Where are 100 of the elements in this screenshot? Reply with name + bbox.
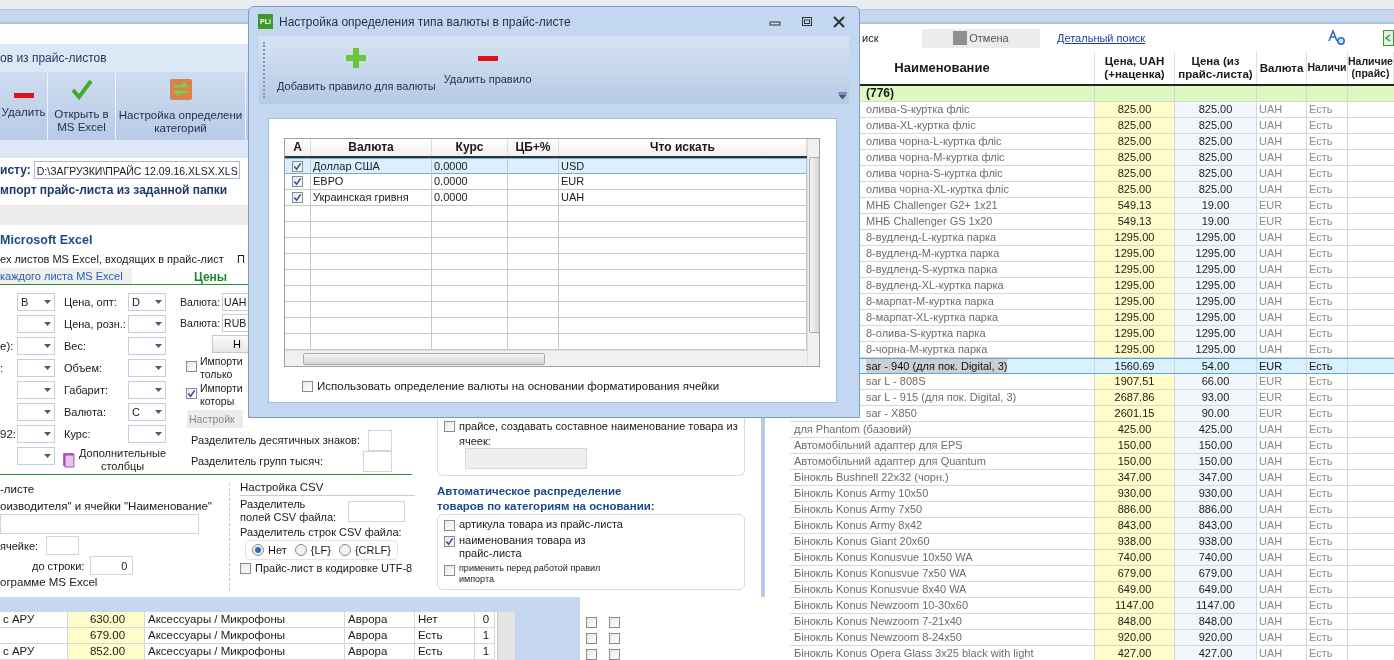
radio-button[interactable] [252, 544, 264, 557]
table-row[interactable]: Украинская гривня 0.0000 UAH [285, 190, 807, 206]
empty-row[interactable] [285, 318, 807, 334]
toolbar-button[interactable]: Удалить правило [439, 36, 536, 104]
input-field[interactable] [465, 447, 587, 469]
checkbox[interactable] [608, 632, 620, 644]
detailed-search-link[interactable]: Детальный поиск [1057, 32, 1146, 44]
grid-row[interactable]: для Phantom (базовий) 425.00 425.00 UAH Есть [790, 422, 1394, 438]
grid-row[interactable]: Бінокль Konus Konusvue 10x50 WA 740.00 740.00 UAH Есть [790, 550, 1394, 566]
close-icon[interactable] [833, 15, 845, 28]
grid-row[interactable]: Бінокль Konus Newzoom 7-21x40 848.00 848.00 UAH Есть [790, 614, 1394, 630]
column-header[interactable]: Валюта [311, 139, 432, 156]
checkbox[interactable] [608, 616, 620, 628]
input-field[interactable]: 0 [90, 556, 134, 575]
grid-row[interactable]: Бінокль Konus Konusvue 7x50 WA 679.00 679.00 UAH Есть [790, 566, 1394, 582]
grid-row[interactable]: Бінокль Bushnell 22x32 (чорн.) 347.00 347.00 UAH Есть [790, 470, 1394, 486]
file-path-field[interactable]: D:\ЗАГРУЗКИ\ПРАЙС 12.09.16.XLSX.XLS [33, 161, 240, 179]
dropdown-arrow-icon[interactable] [838, 92, 847, 100]
combo-box[interactable]: C [128, 403, 166, 421]
checkbox[interactable] [608, 648, 620, 660]
empty-row[interactable] [285, 286, 807, 302]
grid-row[interactable]: Бінокль Konus Army 8x42 843.00 843.00 UAH Есть [790, 518, 1394, 534]
extra-columns-button[interactable]: Дополнительные столбцы [79, 447, 167, 473]
empty-row[interactable] [285, 302, 807, 318]
input-field[interactable] [348, 500, 405, 522]
grid-row[interactable]: Бінокль Konus Army 10x50 930.00 930.00 UAH Есть [790, 486, 1394, 502]
table-cell: 427.00 [1095, 646, 1175, 660]
combo-box[interactable]: D [128, 293, 166, 311]
combo-box[interactable] [128, 315, 166, 333]
table-row[interactable]: Доллар США 0.0000 USD [285, 158, 807, 174]
checkbox[interactable] [186, 361, 197, 372]
font-icon[interactable] [1328, 29, 1346, 47]
checkbox[interactable] [444, 421, 455, 433]
table-cell: 852.00 [68, 644, 145, 660]
input-field[interactable] [0, 514, 199, 534]
sheet-tab[interactable]: каждого листа MS Excel [0, 268, 132, 284]
combo-box[interactable] [17, 359, 55, 377]
grid-row[interactable]: Бінокль Konus Giant 20x60 938.00 938.00 UAH Есть [790, 534, 1394, 550]
empty-row[interactable] [285, 238, 807, 254]
checkbox[interactable] [444, 565, 455, 577]
combo-box[interactable] [128, 381, 166, 399]
column-header[interactable]: Наличи [1307, 52, 1348, 84]
table-row[interactable]: ЕВРО 0.0000 EUR [285, 174, 807, 190]
column-header[interactable]: ЦБ+% [508, 139, 559, 156]
grid-row[interactable]: Бінокль Konus Newzoom 10-30x60 1147.00 1147.00 UAH Есть [790, 598, 1394, 614]
empty-row[interactable] [285, 222, 807, 238]
table-cell: ЕВРО [311, 174, 432, 190]
checkbox[interactable] [186, 388, 197, 399]
table-cell: Есть [1307, 422, 1348, 437]
checkbox[interactable] [444, 536, 455, 548]
combo-box[interactable] [128, 425, 166, 443]
combo-box[interactable] [17, 403, 55, 421]
checkbox[interactable] [586, 616, 597, 628]
combo-box[interactable] [17, 315, 55, 333]
horizontal-scrollbar[interactable] [285, 350, 807, 366]
grid-row[interactable]: Автомобільний адаптер для EPS 150.00 150.00 UAH Есть [790, 438, 1394, 454]
panel-icon[interactable] [1383, 30, 1394, 46]
table-cell: 19.00 [1175, 198, 1257, 213]
input-field[interactable] [368, 429, 392, 451]
column-header[interactable]: Цена, UAH (+наценка) [1095, 52, 1175, 84]
grid-row[interactable]: Бінокль Konus Newzoom 8-24x50 920.00 920.00 UAH Есть [790, 630, 1394, 646]
table-cell: 8-вудленд-XL-куртка парка [866, 278, 1004, 293]
combo-box[interactable] [17, 425, 55, 443]
grid-row[interactable]: Автомобільний адаптер для Quantum 150.00 150.00 UAH Есть [790, 454, 1394, 470]
radio-button[interactable] [338, 544, 351, 557]
input-field[interactable] [46, 536, 80, 555]
section-heading: Microsoft Excel [0, 233, 93, 249]
empty-row[interactable] [285, 270, 807, 286]
toolbar-button[interactable]: Добавить правило для валюты [273, 36, 440, 104]
empty-row[interactable] [285, 254, 807, 270]
checkbox[interactable] [586, 632, 597, 644]
combo-box[interactable] [17, 337, 55, 355]
combo-box[interactable] [128, 359, 166, 377]
vertical-scrollbar[interactable] [807, 139, 819, 366]
combo-box[interactable] [17, 381, 55, 399]
combo-box[interactable] [128, 337, 166, 355]
input-field[interactable] [363, 450, 392, 472]
checkbox[interactable] [240, 562, 251, 574]
grid-row[interactable]: Бінокль Konus Konusvue 8x40 WA 649.00 649.00 UAH Есть [790, 582, 1394, 598]
column-header[interactable]: Наличие (прайс) [1348, 52, 1394, 84]
maximize-icon[interactable] [801, 15, 813, 28]
cancel-button[interactable]: Отмена [922, 28, 1040, 48]
table-cell: 740.00 [1095, 550, 1175, 565]
column-header[interactable]: Цена (из прайс-листа) [1175, 52, 1257, 84]
radio-button[interactable] [294, 544, 307, 557]
checkbox[interactable] [292, 176, 303, 187]
checkbox[interactable] [292, 192, 303, 203]
checkbox[interactable] [302, 380, 313, 392]
minus-icon [13, 92, 34, 98]
column-header[interactable]: Валюта [1257, 52, 1307, 84]
column-header[interactable]: Курс [432, 139, 508, 156]
grid-row[interactable]: Бінокль Konus Army 7x50 886.00 886.00 UAH Есть [790, 502, 1394, 518]
column-header[interactable]: А [285, 139, 311, 156]
vertical-scrollbar[interactable] [497, 612, 515, 660]
checkbox[interactable] [292, 160, 303, 172]
checkbox[interactable] [444, 519, 455, 531]
checkbox[interactable] [586, 648, 597, 660]
combo-box[interactable]: B [17, 293, 55, 311]
grid-row[interactable]: Бінокль Konus Opera Glass 3x25 black with light 427.00 427.00 UAH Есть [790, 646, 1394, 660]
combo-box[interactable] [17, 447, 55, 465]
